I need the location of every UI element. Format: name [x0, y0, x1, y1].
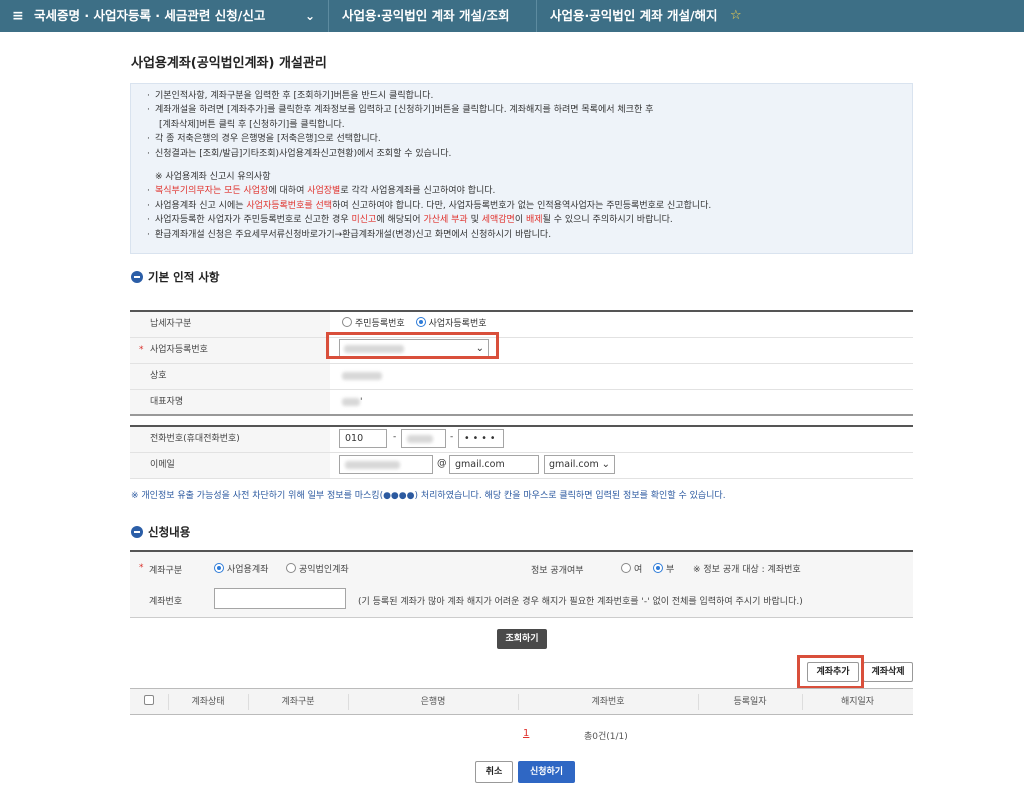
disclosure-note: ※ 정보 공개 대상 : 계좌번호: [693, 565, 801, 575]
col-account-no: 계좌번호: [591, 697, 625, 707]
phone-dash: -: [393, 432, 397, 442]
page-title: 사업용계좌(공익법인계좌) 개설관리: [131, 56, 327, 71]
account-no-label: 계좌번호: [149, 597, 183, 607]
notice-line: 각 종 저축은행의 경우 은행명을 [저축은행]으로 선택합니다.: [147, 132, 912, 147]
delete-account-button[interactable]: 계좌삭제: [863, 662, 913, 682]
phone-prefix-input[interactable]: 010: [339, 429, 387, 448]
email-domain-select[interactable]: gmail.com ⌄: [544, 455, 615, 474]
chevron-down-icon[interactable]: ⌄: [305, 0, 315, 32]
account-no-input[interactable]: [214, 588, 346, 609]
radio-resident[interactable]: 주민등록번호: [342, 317, 405, 329]
account-list-header: 계좌상태 계좌구분 은행명 계좌번호 등록일자 해지일자: [130, 688, 913, 715]
row-phone: 전화번호(휴대전화번호): [130, 427, 913, 453]
section-title-apply: 신청내용: [131, 524, 190, 540]
star-icon[interactable]: ☆: [730, 0, 742, 32]
total-count: 총0건(1/1): [584, 732, 628, 742]
section-title-basic: 기본 인적 사항: [131, 269, 220, 285]
row-bizno: * 사업자등록번호: [130, 338, 913, 364]
warning-line: 환급계좌개설 신청은 주요세무서류신청바로가기→환급계좌개설(변경)신고 화면에…: [147, 228, 912, 243]
email-at: @: [437, 458, 447, 469]
breadcrumb-divider: [536, 0, 537, 32]
highlight-add-account: [797, 655, 864, 689]
section-bullet-icon: [131, 526, 143, 538]
email-label: 이메일: [130, 453, 330, 478]
radio-business[interactable]: 사업자등록번호: [415, 317, 487, 329]
account-no-hint: (기 등록된 계좌가 많아 계좌 해지가 어려운 경우 해지가 필요한 계좌번호…: [358, 597, 803, 607]
breadcrumb-item-current: 사업용·공익법인 계좌 개설/해지: [550, 8, 718, 23]
masking-note: ※ 개인정보 유출 가능성을 사전 차단하기 위해 일부 정보를 마스킹(●●●…: [131, 491, 726, 501]
warning-line: 복식부기의무자는 모든 사업장에 대하여 사업장별로 각각 사업용계좌를 신고하…: [147, 184, 912, 199]
chevron-down-icon: ⌄: [601, 459, 610, 470]
warning-title: ※ 사업용계좌 신고시 유의사항: [155, 172, 271, 183]
row-taxpayer-type: 납세자구분 주민등록번호 사업자등록번호: [130, 312, 913, 338]
notice-line: [계좌삭제]버튼 클릭 후 [신청하기]를 클릭합니다.: [159, 119, 345, 130]
cancel-button[interactable]: 취소: [475, 761, 513, 783]
account-type-label: 계좌구분: [149, 566, 183, 576]
submit-button[interactable]: 신청하기: [518, 761, 575, 783]
breadcrumb-divider: [328, 0, 329, 32]
phone-label: 전화번호(휴대전화번호): [130, 427, 330, 452]
trade-name-value: [342, 364, 382, 389]
section-bullet-icon: [131, 271, 143, 283]
warning-line: 사업용계좌 신고 시에는 사업자등록번호를 선택하여 신고하여야 합니다. 다만…: [147, 199, 912, 214]
radio-business-account[interactable]: 사업용계좌: [214, 562, 268, 575]
warning-line: 사업자등록한 사업자가 주민등록번호로 신고한 경우 미신고에 해당되어 가산세…: [147, 213, 912, 228]
col-bank-name: 은행명: [420, 697, 446, 707]
row-rep-name: 대표자명 ': [130, 390, 913, 416]
breadcrumb-item-certificates[interactable]: 국세증명 · 사업자등록 · 세금관련 신청/신고: [34, 0, 265, 32]
taxpayer-type-label: 납세자구분: [130, 312, 330, 337]
apply-box: * 계좌구분 사업용계좌 공익법인계좌 정보 공개여부 여 부 ※ 정보 공개 …: [130, 550, 913, 618]
radio-public-account[interactable]: 공익법인계좌: [286, 562, 349, 575]
required-mark: *: [139, 563, 144, 573]
col-status: 계좌상태: [191, 697, 225, 707]
rep-name-value: ': [342, 390, 362, 414]
menu-icon[interactable]: ≡: [12, 0, 24, 32]
phone-dash: -: [450, 432, 454, 442]
bizno-label: * 사업자등록번호: [130, 338, 330, 363]
phone-middle-input[interactable]: [401, 429, 446, 448]
col-reg-date: 등록일자: [733, 697, 767, 707]
radio-disclosure-no[interactable]: 부: [653, 562, 674, 575]
top-breadcrumb-bar: ≡ 국세증명 · 사업자등록 · 세금관련 신청/신고 ⌄ 사업용·공익법인 계…: [0, 0, 1024, 32]
select-all-checkbox[interactable]: [130, 689, 168, 714]
inquiry-button[interactable]: 조회하기: [497, 629, 547, 649]
trade-name-label: 상호: [130, 364, 330, 389]
breadcrumb-item-account-inquiry[interactable]: 사업용·공익법인 계좌 개설/조회: [342, 0, 510, 32]
rep-name-label: 대표자명: [130, 390, 330, 414]
phone-last-input[interactable]: • • • •: [458, 429, 504, 448]
row-trade-name: 상호: [130, 364, 913, 390]
notice-line: 계좌개설을 하려면 [계좌추가]를 클릭한후 계좌정보를 입력하고 [신청하기]…: [147, 103, 912, 118]
pagination-page[interactable]: 1: [523, 728, 529, 739]
notice-line: 신청결과는 [조회/발급]기타조회)사업용계좌신고현황)에서 조회할 수 있습니…: [147, 147, 912, 162]
col-term-date: 해지일자: [840, 697, 875, 707]
col-account-type: 계좌구분: [281, 697, 315, 707]
disclosure-label: 정보 공개여부: [531, 566, 584, 576]
email-domain-input[interactable]: gmail.com: [449, 455, 539, 474]
notice-line: 기본인적사항, 계좌구분을 입력한 후 [조회하기]버튼을 반드시 클릭합니다.: [147, 89, 912, 104]
notice-box: 기본인적사항, 계좌구분을 입력한 후 [조회하기]버튼을 반드시 클릭합니다.…: [130, 83, 913, 254]
email-id-input[interactable]: [339, 455, 433, 474]
basic-info-table: 납세자구분 주민등록번호 사업자등록번호 * 사업자등록번호 상호 대표자명 ': [130, 310, 913, 416]
highlight-bizno: [326, 332, 499, 359]
radio-disclosure-yes[interactable]: 여: [621, 562, 642, 575]
